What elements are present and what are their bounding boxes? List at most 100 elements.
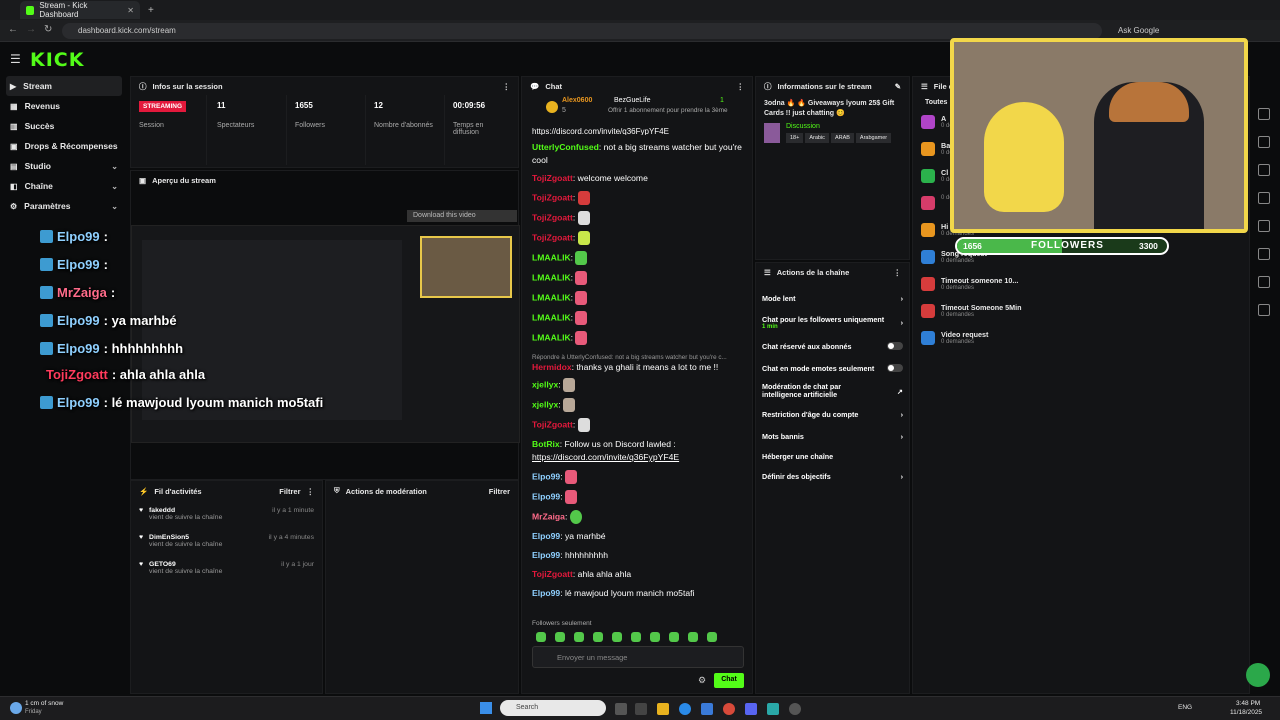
action-followers-only[interactable]: Chat pour les followers uniquement 1 min › <box>756 309 909 335</box>
moderation-filter-button[interactable]: Filtrer <box>489 487 510 496</box>
url-input[interactable]: dashboard.kick.com/stream <box>62 23 1102 39</box>
rail-tool-icon[interactable] <box>1258 248 1270 260</box>
windows-start-icon[interactable] <box>480 702 492 714</box>
support-chat-icon[interactable] <box>1246 663 1270 687</box>
back-icon[interactable]: ← <box>8 24 18 35</box>
action-emotes-only[interactable]: Chat en mode emotes seulement <box>756 357 909 379</box>
overlay-line: Elpo99: lé mawjoud lyoum manich mo5tafi <box>40 395 323 410</box>
tag[interactable]: Arabgamer <box>855 133 892 143</box>
emote-icon[interactable] <box>669 632 679 642</box>
file-explorer-icon[interactable] <box>657 703 669 715</box>
chrome-icon[interactable] <box>723 703 735 715</box>
kick-logo[interactable]: KICK <box>30 49 84 71</box>
emotes-only-toggle[interactable] <box>887 364 903 372</box>
subs-only-toggle[interactable] <box>887 342 903 350</box>
action-age-restriction[interactable]: Restriction d'âge du compte › <box>756 403 909 425</box>
sidebar-item-succes[interactable]: ▥ Succès <box>0 116 128 136</box>
chat-message: LMAALIK: <box>522 311 752 325</box>
obs-icon[interactable] <box>789 703 801 715</box>
rail-tool-icon[interactable] <box>1258 108 1270 120</box>
more-options-icon[interactable]: ⋮ <box>737 82 745 91</box>
webcam-overlay <box>950 38 1248 233</box>
chat-settings-gear-icon[interactable]: ⚙ <box>698 675 706 686</box>
action-banned-words[interactable]: Mots bannis › <box>756 425 909 447</box>
send-chat-button[interactable]: Chat <box>714 673 744 688</box>
activity-filter-button[interactable]: Filtrer <box>279 487 300 496</box>
emote-icon[interactable] <box>574 632 584 642</box>
edit-icon[interactable]: ✎ <box>895 82 901 91</box>
queue-item[interactable]: Video request 0 demandes <box>913 330 1249 357</box>
tag[interactable]: 18+ <box>786 133 804 143</box>
emote-icon[interactable] <box>688 632 698 642</box>
hamburger-menu-icon[interactable]: ☰ <box>10 52 21 66</box>
emote-icon[interactable] <box>631 632 641 642</box>
browser-tab[interactable]: Stream - Kick Dashboard ✕ <box>20 1 140 19</box>
category-label[interactable]: Discussion <box>786 123 891 130</box>
pinned-gift-bar: Alex0600 5 BezGueLife 1 Offrir 1 abonnem… <box>522 95 752 125</box>
emote-icon[interactable] <box>593 632 603 642</box>
emote-icon <box>563 398 576 412</box>
sidebar-item-stream[interactable]: ▶ Stream <box>6 76 122 96</box>
queue-item[interactable]: Timeout someone 10... 0 demandes <box>913 276 1249 303</box>
chat-link[interactable]: https://discord.com/invite/q36FypYF4E <box>522 125 752 135</box>
queue-icon: ☰ <box>921 81 928 91</box>
sidebar-item-chaine[interactable]: ◧ Chaîne ⌄ <box>0 176 128 196</box>
download-video-button[interactable]: Download this video <box>407 210 517 222</box>
info-icon: ⓘ <box>764 81 772 91</box>
action-ai-moderation[interactable]: Modération de chat par intelligence arti… <box>756 379 909 403</box>
queue-item[interactable]: Timeout Someone 5Min 0 demandes <box>913 303 1249 330</box>
rail-tool-icon[interactable] <box>1258 136 1270 148</box>
emote-icon[interactable] <box>707 632 717 642</box>
kick-favicon-icon <box>26 5 35 15</box>
rail-tool-icon[interactable] <box>1258 220 1270 232</box>
list-icon: ☰ <box>764 267 771 277</box>
studio-icon: ▤ <box>10 161 18 171</box>
session-stat-live: STREAMING Session <box>131 95 207 165</box>
overlay-line: MrZaiga: <box>40 285 115 300</box>
chat-message: Elpo99: <box>522 470 752 484</box>
emote-icon[interactable] <box>555 632 565 642</box>
rail-tool-icon[interactable] <box>1258 304 1270 316</box>
reload-icon[interactable]: ↻ <box>44 24 52 35</box>
app-icon[interactable] <box>767 703 779 715</box>
discord-icon[interactable] <box>745 703 757 715</box>
action-set-goals[interactable]: Définir des objectifs › <box>756 465 909 487</box>
chat-message: TojiZgoatt: <box>522 418 752 432</box>
taskview-icon[interactable] <box>615 703 627 715</box>
info-icon: ⓘ <box>139 81 147 91</box>
rail-tool-icon[interactable] <box>1258 164 1270 176</box>
chat-message-input[interactable]: Envoyer un message <box>532 646 744 668</box>
rail-tool-icon[interactable] <box>1258 192 1270 204</box>
chat-link[interactable]: https://discord.com/invite/q36FypYF4E <box>522 451 752 464</box>
action-slow-mode[interactable]: Mode lent › <box>756 287 909 309</box>
more-options-icon[interactable]: ⋮ <box>503 82 511 91</box>
edge-icon[interactable] <box>679 703 691 715</box>
sidebar-item-revenus[interactable]: ▦ Revenus <box>0 96 128 116</box>
emote-icon <box>575 311 588 325</box>
ask-google-button[interactable]: Ask Google <box>1118 26 1159 35</box>
taskbar-search-input[interactable]: Search <box>500 700 606 716</box>
emote-icon <box>563 378 576 392</box>
action-subs-only[interactable]: Chat réservé aux abonnés <box>756 335 909 357</box>
app-icon[interactable] <box>635 703 647 715</box>
chevron-down-icon: ⌄ <box>111 161 118 171</box>
emote-icon[interactable] <box>536 632 546 642</box>
close-tab-icon[interactable]: ✕ <box>127 6 134 15</box>
more-options-icon[interactable]: ⋮ <box>894 268 902 277</box>
store-icon[interactable] <box>701 703 713 715</box>
tag[interactable]: ARAB <box>830 133 854 143</box>
session-stat-subs: 12 Nombre d'abonnés <box>366 95 445 165</box>
action-host-channel[interactable]: Héberger une chaîne <box>756 447 909 465</box>
tag[interactable]: Arabic <box>805 133 829 143</box>
rail-tool-icon[interactable] <box>1258 276 1270 288</box>
new-tab-icon[interactable]: + <box>148 5 154 16</box>
more-options-icon[interactable]: ⋮ <box>307 487 315 496</box>
sidebar-item-drops[interactable]: ▣ Drops & Récompenses <box>0 136 128 156</box>
session-panel: ⓘ Infos sur la session ⋮ STREAMING Session … <box>130 76 519 168</box>
sidebar-item-studio[interactable]: ▤ Studio ⌄ <box>0 156 128 176</box>
forward-icon[interactable]: → <box>26 24 36 35</box>
sidebar-item-parametres[interactable]: ⚙ Paramètres ⌄ <box>0 196 128 216</box>
emote-icon[interactable] <box>612 632 622 642</box>
activity-icon: ⚡ <box>139 486 149 496</box>
emote-icon[interactable] <box>650 632 660 642</box>
